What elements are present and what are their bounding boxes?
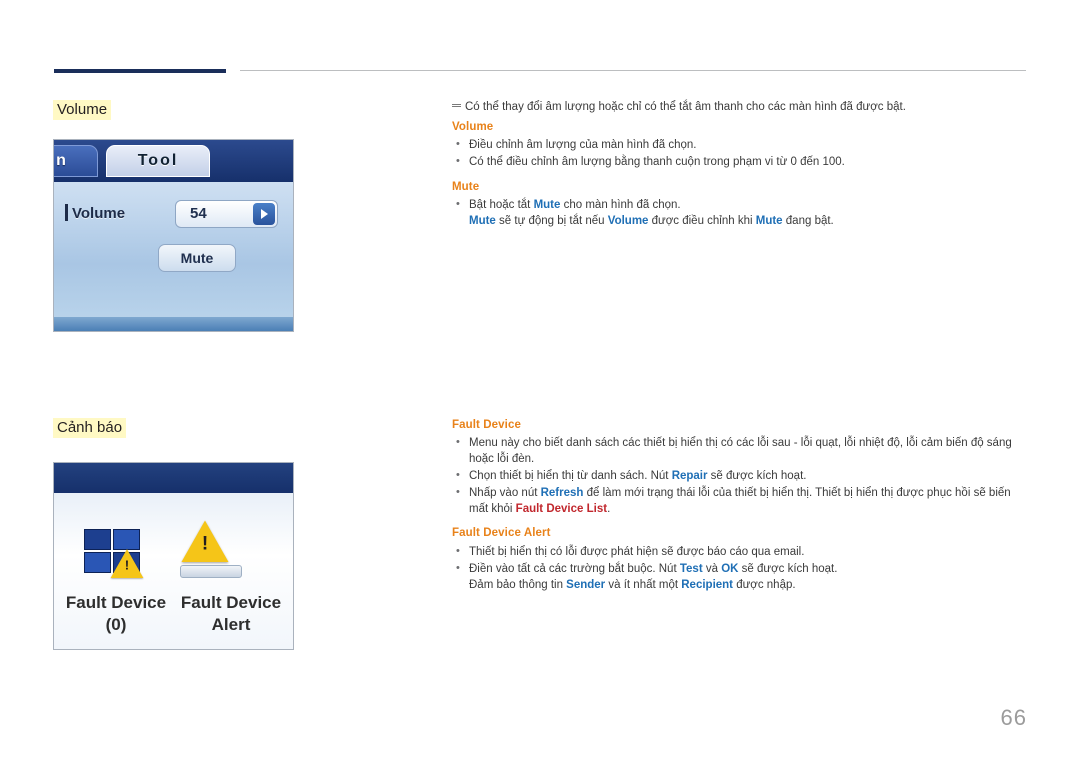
osd-bottom-strip	[54, 317, 293, 331]
bullet-continuation: mất khỏi Fault Device List.	[469, 501, 1028, 517]
bullet-continuation: hoặc lỗi đèn.	[469, 451, 1028, 467]
note-block: Có thể thay đổi âm lượng hoặc chỉ có thể…	[452, 100, 1028, 115]
text-run: sẽ được kích hoạt.	[707, 470, 807, 482]
text-run: Có thể điều chỉnh âm lượng bằng thanh cu…	[469, 156, 845, 168]
fault-device-alert-caption-line1: Fault Device	[180, 593, 282, 612]
keyword: OK	[721, 563, 739, 575]
subheading-fault-device-alert: Fault Device Alert	[452, 527, 551, 539]
bullets-fault-device-alert: Thiết bị hiển thị có lỗi được phát hiện …	[452, 543, 1028, 594]
bullet-item: Thiết bị hiển thị có lỗi được phát hiện …	[452, 543, 1028, 560]
osd-tab-tool: Tool	[106, 145, 210, 177]
bullet-item: Menu này cho biết danh sách các thiết bị…	[452, 434, 1028, 467]
keyword: Repair	[671, 470, 708, 482]
osd-volume-row: Volume 54	[65, 200, 278, 230]
keyword-emphasis: Fault Device List	[515, 503, 608, 515]
bullet-continuation: Đảm bảo thông tin Sender và ít nhất một …	[469, 577, 1028, 593]
keyword: Test	[679, 563, 703, 575]
fault-figure-titlebar	[54, 463, 293, 493]
text-run: và	[702, 563, 722, 575]
osd-selection-caret-icon	[65, 204, 68, 221]
osd-mute-label: Mute	[180, 250, 214, 266]
page: Volume Cảnh báo n Tool Volume 54 Mute ! …	[0, 0, 1080, 763]
chevron-right-icon	[253, 203, 275, 225]
osd-body: Volume 54 Mute	[54, 182, 293, 331]
note-dash-icon	[452, 104, 461, 105]
keyword: Mute	[755, 215, 783, 227]
text-run: Đảm bảo thông tin	[469, 579, 567, 591]
figure-fault-device: Fault Device (0) Fault Device Alert	[53, 462, 294, 650]
alert-base-icon	[180, 565, 242, 578]
text-run: được điều chỉnh khi	[648, 215, 756, 227]
text-run: .	[607, 503, 611, 515]
osd-volume-value: 54	[190, 205, 207, 222]
osd-tab-bar: n Tool	[54, 140, 293, 182]
page-number: 66	[1000, 705, 1027, 730]
subheading-mute: Mute	[452, 181, 480, 193]
monitor-tile-icon	[84, 529, 111, 550]
text-run: Menu này cho biết danh sách các thiết bị…	[469, 437, 1012, 449]
header-rule-dark	[54, 69, 226, 73]
bullet-continuation: Mute sẽ tự động bị tắt nếu Volume được đ…	[469, 213, 1028, 229]
bullet-item: Bật hoặc tắt Mute cho màn hình đã chọn.M…	[452, 196, 1028, 229]
note-text: Có thể thay đổi âm lượng hoặc chỉ có thể…	[465, 101, 906, 113]
bullet-item: Điền vào tất cả các trường bắt buộc. Nút…	[452, 560, 1028, 593]
text-run: Nhấp vào nút	[469, 487, 541, 499]
text-run: Bật hoặc tắt	[469, 199, 534, 211]
fault-device-caption-line2: (0)	[105, 615, 127, 634]
subheading-volume: Volume	[452, 121, 494, 133]
fault-device-caption-line1: Fault Device	[65, 593, 167, 612]
text-run: và ít nhất một	[605, 579, 682, 591]
fault-figure-body: Fault Device (0) Fault Device Alert	[54, 493, 293, 649]
osd-mute-button: Mute	[158, 244, 236, 272]
keyword: Mute	[533, 199, 561, 211]
osd-tab-inactive: n	[54, 145, 98, 177]
subheading-fault-device: Fault Device	[452, 419, 521, 431]
figure-volume-osd: n Tool Volume 54 Mute	[53, 139, 294, 332]
monitor-tile-icon	[113, 529, 140, 550]
bullet-item: Chọn thiết bị hiển thị từ danh sách. Nút…	[452, 467, 1028, 484]
monitor-tile-icon	[84, 552, 111, 573]
text-run: sẽ tự động bị tắt nếu	[495, 215, 608, 227]
bullets-fault-device: Menu này cho biết danh sách các thiết bị…	[452, 434, 1028, 518]
text-run: Điền vào tất cả các trường bắt buộc. Nút	[469, 563, 680, 575]
osd-tab-tool-label: Tool	[137, 152, 179, 169]
text-run: sẽ được kích hoạt.	[738, 563, 838, 575]
warning-triangle-icon	[181, 520, 229, 562]
header-rule-light	[240, 70, 1026, 71]
fault-device-icon	[84, 529, 144, 581]
keyword: Mute	[469, 215, 496, 227]
section-heading-canh-bao: Cảnh báo	[53, 418, 127, 438]
fault-device-alert-icon	[176, 520, 248, 583]
text-run: được nhập.	[733, 579, 796, 591]
bullets-mute: Bật hoặc tắt Mute cho màn hình đã chọn.M…	[452, 196, 1028, 230]
bullet-item: Có thể điều chỉnh âm lượng bằng thanh cu…	[452, 153, 1028, 170]
text-run: để làm mới trạng thái lỗi của thiết bị h…	[583, 487, 1011, 499]
text-run: mất khỏi	[469, 503, 516, 515]
warning-triangle-icon	[110, 549, 144, 578]
keyword: Recipient	[681, 579, 734, 591]
osd-tab-inactive-label: n	[56, 152, 68, 169]
keyword: Refresh	[540, 487, 584, 499]
text-run: đang bật.	[782, 215, 834, 227]
text-run: cho màn hình đã chọn.	[560, 199, 681, 211]
text-run: Thiết bị hiển thị có lỗi được phát hiện …	[469, 546, 805, 558]
keyword: Sender	[566, 579, 606, 591]
fault-device-alert-caption-line2: Alert	[211, 615, 251, 634]
text-run: Điều chỉnh âm lượng của màn hình đã chọn…	[469, 139, 697, 151]
text-run: hoặc lỗi đèn.	[469, 453, 535, 465]
bullet-item: Điều chỉnh âm lượng của màn hình đã chọn…	[452, 136, 1028, 153]
osd-volume-value-box: 54	[175, 200, 278, 228]
note-dash-icon	[452, 106, 461, 107]
section-heading-volume: Volume	[53, 100, 112, 120]
keyword: Volume	[607, 215, 649, 227]
text-run: Chọn thiết bị hiển thị từ danh sách. Nút	[469, 470, 672, 482]
bullet-item: Nhấp vào nút Refresh để làm mới trạng th…	[452, 484, 1028, 517]
bullets-volume: Điều chỉnh âm lượng của màn hình đã chọn…	[452, 136, 1028, 171]
osd-volume-label: Volume	[72, 205, 126, 222]
